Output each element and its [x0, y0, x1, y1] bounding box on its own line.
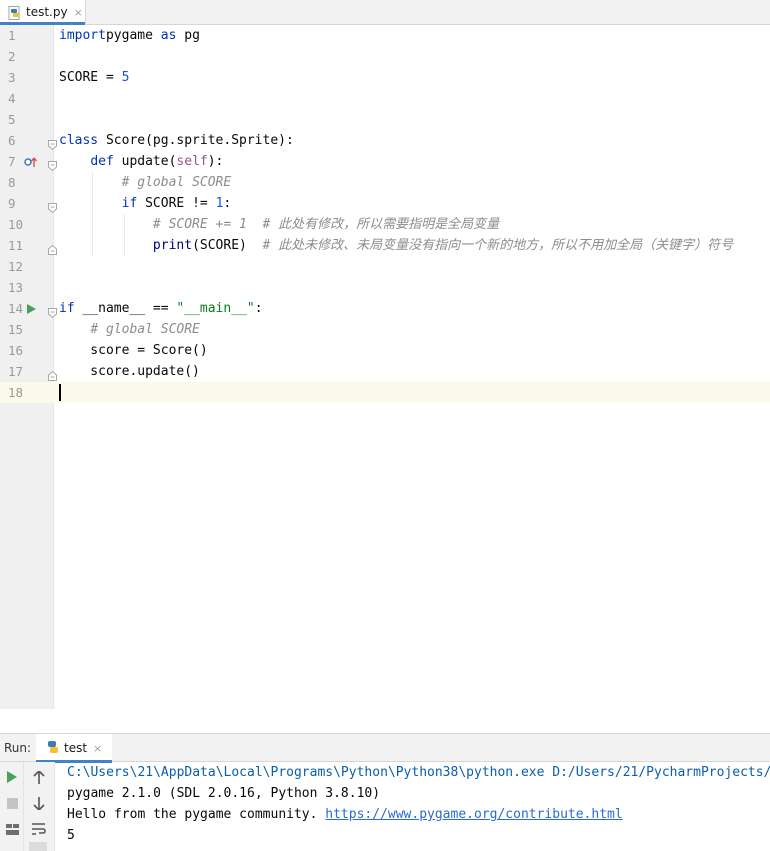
python-icon: [46, 739, 60, 758]
line-number: 18: [8, 385, 24, 400]
code-line[interactable]: 6 class Score(pg.sprite.Sprite):: [0, 130, 770, 151]
code-line[interactable]: 8 # global SCORE: [0, 172, 770, 193]
code-line[interactable]: 16 score = Score(): [0, 340, 770, 361]
arrow-up-icon[interactable]: [30, 768, 48, 786]
override-method-icon[interactable]: [24, 151, 38, 172]
code-text: def update(self):: [90, 154, 224, 169]
line-number: 12: [8, 259, 24, 274]
line-number: 15: [8, 322, 24, 337]
scroll-end-icon[interactable]: [29, 842, 47, 851]
code-text: SCORE = 5: [59, 70, 130, 85]
run-panel: Run: test × C:\Users\21\AppData\Local\Pr…: [0, 733, 770, 851]
indent-guide: [124, 214, 125, 256]
code-text: # global SCORE: [90, 322, 200, 337]
stop-icon[interactable]: [3, 794, 21, 812]
line-number: 6: [8, 133, 16, 148]
code-line[interactable]: 3 SCORE = 5: [0, 67, 770, 88]
fold-end-icon[interactable]: [48, 366, 57, 381]
line-number: 1: [8, 28, 16, 43]
arrow-down-icon[interactable]: [30, 794, 48, 812]
code-text: score.update(): [59, 364, 200, 379]
code-line[interactable]: 14 if __name__ == "__main__":: [0, 298, 770, 319]
code-line[interactable]: 10 # SCORE += 1 # 此处有修改，所以需要指明是全局变量: [0, 214, 770, 235]
close-icon[interactable]: ×: [74, 6, 83, 19]
code-editor[interactable]: 1 importpygame as pg 2 3 SCORE = 5 4 5 6 class S…: [0, 25, 770, 709]
layout-icon[interactable]: [3, 820, 21, 838]
editor-tab-bar: test.py ×: [0, 0, 770, 25]
tab-test-py[interactable]: test.py ×: [0, 0, 86, 25]
code-text: score = Score(): [59, 343, 208, 358]
run-tab-title: test: [64, 741, 88, 755]
line-number: 3: [8, 70, 16, 85]
code-line[interactable]: 13: [0, 277, 770, 298]
code-text: if SCORE != 1:: [121, 196, 232, 211]
code-line[interactable]: 7 def update(self):: [0, 151, 770, 172]
tab-title: test.py: [26, 5, 68, 19]
console-hello-text: Hello from the pygame community.: [67, 807, 326, 822]
fold-marker-icon[interactable]: [48, 198, 57, 214]
line-number: 13: [8, 280, 24, 295]
soft-wrap-icon[interactable]: [30, 820, 48, 838]
code-line[interactable]: 9 if SCORE != 1:: [0, 193, 770, 214]
code-line[interactable]: 15 # global SCORE: [0, 319, 770, 340]
run-toolbar-primary: [0, 762, 24, 851]
text-caret: [59, 384, 61, 401]
run-toolbar-secondary: [24, 762, 55, 851]
close-icon[interactable]: ×: [93, 742, 102, 755]
code-line[interactable]: 18: [0, 382, 770, 403]
code-text: if __name__ == "__main__":: [59, 301, 263, 316]
run-console-output[interactable]: C:\Users\21\AppData\Local\Programs\Pytho…: [67, 762, 770, 851]
console-pygame-version: pygame 2.1.0 (SDL 2.0.16, Python 3.8.10): [67, 786, 381, 801]
line-number: 4: [8, 91, 16, 106]
pygame-contribute-link[interactable]: https://www.pygame.org/contribute.html: [325, 807, 622, 822]
console-command-line: C:\Users\21\AppData\Local\Programs\Pytho…: [67, 765, 770, 780]
run-panel-header: Run: test ×: [0, 734, 770, 763]
line-number: 17: [8, 364, 24, 379]
line-number: 5: [8, 112, 16, 127]
line-number: 8: [8, 175, 16, 190]
code-line[interactable]: 11 print(SCORE) # 此处未修改、未局变量没有指向一个新的地方，所…: [0, 235, 770, 256]
fold-marker-icon[interactable]: [48, 303, 57, 319]
code-line[interactable]: 5: [0, 109, 770, 130]
rerun-play-icon[interactable]: [3, 768, 21, 786]
line-number: 10: [8, 217, 24, 232]
fold-end-icon[interactable]: [48, 240, 57, 255]
code-text: # SCORE += 1 # 此处有修改，所以需要指明是全局变量: [152, 217, 500, 232]
code-line[interactable]: 17 score.update(): [0, 361, 770, 382]
code-text: # global SCORE: [121, 175, 232, 190]
code-text: importpygame as pg: [59, 28, 200, 43]
run-label: Run:: [4, 741, 32, 755]
code-line[interactable]: 12: [0, 256, 770, 277]
code-line[interactable]: 4: [0, 88, 770, 109]
line-number: 9: [8, 196, 16, 211]
code-line[interactable]: 1 importpygame as pg: [0, 25, 770, 46]
indent-guide: [92, 172, 93, 256]
run-tab-test[interactable]: test ×: [36, 734, 112, 763]
line-number: 16: [8, 343, 24, 358]
run-gutter-icon[interactable]: [24, 298, 38, 319]
line-number: 2: [8, 49, 16, 64]
line-number: 11: [8, 238, 24, 253]
code-line[interactable]: 2: [0, 46, 770, 67]
python-file-icon: [8, 5, 22, 20]
console-hello-line: Hello from the pygame community. https:/…: [67, 804, 770, 825]
fold-marker-icon[interactable]: [48, 156, 57, 172]
fold-marker-icon[interactable]: [48, 135, 57, 151]
console-output-value: 5: [67, 828, 75, 843]
code-text: print(SCORE) # 此处未修改、未局变量没有指向一个新的地方，所以不用…: [152, 238, 734, 253]
code-text: class Score(pg.sprite.Sprite):: [59, 133, 294, 148]
